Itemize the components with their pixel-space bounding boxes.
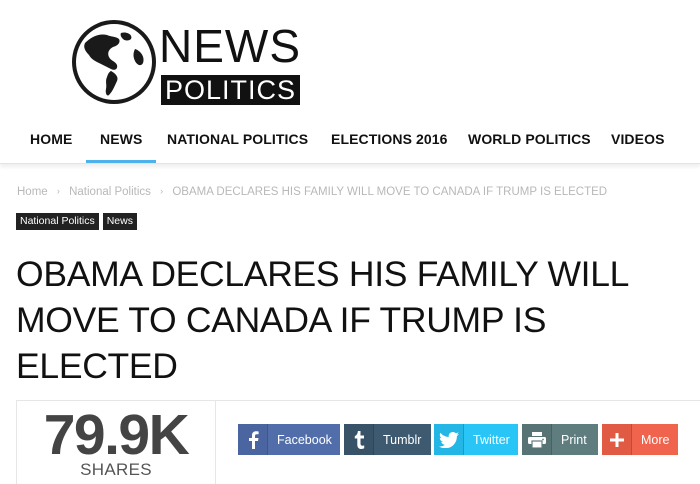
article-title: OBAMA DECLARES HIS FAMILY WILL MOVE TO C…	[16, 254, 628, 386]
facebook-icon	[238, 424, 268, 455]
nav-item-world-politics[interactable]: WORLD POLITICS	[468, 131, 591, 147]
plus-icon	[602, 424, 632, 455]
print-button[interactable]: Print	[522, 424, 598, 455]
nav-item-videos[interactable]: VIDEOS	[611, 131, 665, 147]
twitter-share-button[interactable]: Twitter	[434, 424, 518, 455]
shares-label: SHARES	[80, 460, 152, 479]
print-label: Print	[561, 432, 587, 447]
nav-item-elections-2016[interactable]: ELECTIONS 2016	[331, 131, 448, 147]
print-icon	[522, 424, 552, 455]
main-nav: HOME NEWS NATIONAL POLITICS ELECTIONS 20…	[0, 118, 700, 164]
tumblr-share-label: Tumblr	[383, 432, 422, 447]
tumblr-icon	[344, 424, 374, 455]
breadcrumb-separator: ›	[160, 186, 164, 196]
shares-count: 79.9K	[43, 403, 190, 467]
tag-news[interactable]: News	[102, 213, 137, 230]
logo-politics-text: POLITICS	[161, 75, 301, 105]
category-tags: National Politics News	[16, 213, 137, 230]
globe-icon	[72, 20, 156, 104]
nav-item-home[interactable]: HOME	[30, 131, 72, 147]
shares-counter: 79.9K SHARES	[16, 400, 216, 484]
breadcrumb-national-politics[interactable]: National Politics	[69, 186, 151, 198]
tag-national-politics[interactable]: National Politics	[16, 213, 99, 230]
breadcrumb-separator: ›	[56, 186, 60, 196]
logo-news-text: NEWS	[159, 20, 301, 72]
tumblr-share-button[interactable]: Tumblr	[344, 424, 431, 455]
site-logo[interactable]: NEWS POLITICS	[71, 19, 301, 107]
more-share-button[interactable]: More	[602, 424, 678, 455]
twitter-icon	[434, 424, 464, 455]
nav-item-national-politics[interactable]: NATIONAL POLITICS	[167, 131, 308, 147]
facebook-share-button[interactable]: Facebook	[238, 424, 340, 455]
nav-item-news[interactable]: NEWS	[85, 131, 157, 163]
breadcrumb-home[interactable]: Home	[17, 186, 48, 198]
breadcrumb: Home › National Politics › OBAMA DECLARE…	[17, 186, 607, 198]
breadcrumb-current: OBAMA DECLARES HIS FAMILY WILL MOVE TO C…	[172, 186, 608, 198]
more-share-label: More	[641, 432, 670, 447]
facebook-share-label: Facebook	[277, 432, 332, 447]
twitter-share-label: Twitter	[473, 432, 510, 447]
